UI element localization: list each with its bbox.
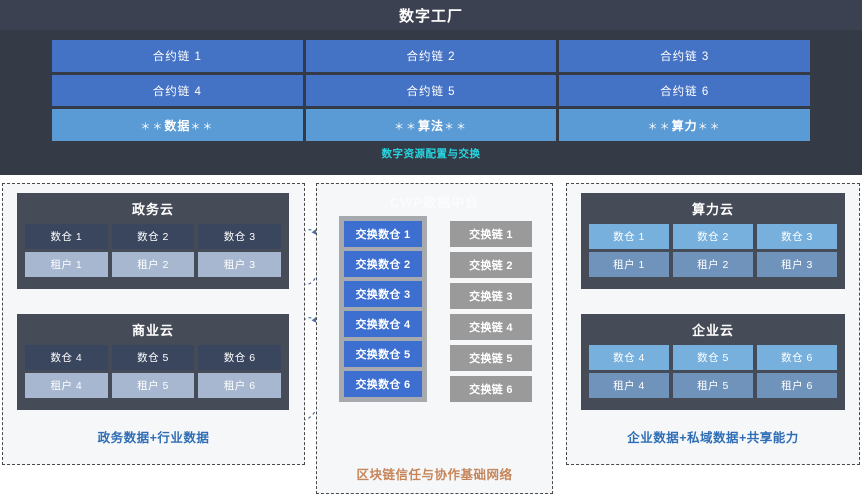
tenant-row: 租户 4 租户 5 租户 6 — [589, 373, 837, 398]
cloud-box-enterprise: 企业云 数仓 4 数仓 5 数仓 6 租户 4 租户 5 租户 6 — [581, 314, 845, 410]
tenant-cell[interactable]: 租户 5 — [111, 373, 195, 398]
factory-row: 合约链 1 合约链 2 合约链 3 — [52, 40, 811, 72]
page-title: 数字工厂 — [398, 7, 463, 25]
exchange-chain-cell[interactable]: 交换链 6 — [450, 376, 532, 402]
contract-chain-cell[interactable]: 合约链 4 — [52, 74, 303, 107]
digital-factory-section: 数字工厂 合约链 1 合约链 2 合约链 3 合约链 4 合约链 5 合约链 6 ＊＊ 数据… — [0, 0, 862, 175]
contract-chain-cell[interactable]: 合约链 3 — [559, 40, 811, 72]
warehouse-row: 数仓 4 数仓 5 数仓 6 — [25, 345, 282, 370]
cloud-box-government: 政务云 数仓 1 数仓 2 数仓 3 租户 1 租户 2 租户 3 — [17, 193, 289, 289]
warehouse-cell[interactable]: 数仓 3 — [198, 224, 282, 249]
warehouse-row: 数仓 1 数仓 2 数仓 3 — [25, 224, 282, 249]
factory-row: ＊＊ 数据 ＊＊ ＊＊ 算法 ＊＊ ＊＊ 算力 ＊＊ — [52, 109, 811, 142]
star-prefix-icon: ＊＊ — [140, 121, 165, 133]
tenant-row: 租户 4 租户 5 租户 6 — [25, 373, 282, 398]
warehouse-cell[interactable]: 数仓 6 — [757, 345, 837, 370]
resource-label: 算法 — [418, 118, 445, 133]
cloud-box-computing: 算力云 数仓 1 数仓 2 数仓 3 租户 1 租户 2 租户 3 — [581, 193, 845, 289]
center-panel-title: CWP数据中台 — [389, 195, 480, 210]
tenant-cell[interactable]: 租户 5 — [673, 373, 753, 398]
tenant-cell[interactable]: 租户 4 — [589, 373, 669, 398]
tenant-cell[interactable]: 租户 3 — [198, 252, 282, 277]
resource-cell[interactable]: ＊＊ 数据 ＊＊ — [52, 109, 303, 142]
resource-label: 数据 — [164, 118, 191, 133]
left-panel: 政务云 数仓 1 数仓 2 数仓 3 租户 1 租户 2 租户 3 商业云 数仓… — [2, 183, 305, 465]
cloud-layer-section: 政务云 数仓 1 数仓 2 数仓 3 租户 1 租户 2 租户 3 商业云 数仓… — [0, 175, 862, 500]
exchange-warehouse-cell[interactable]: 交换数仓 2 — [344, 251, 422, 277]
cloud-title: 企业云 — [691, 323, 734, 338]
digital-factory-title-bar: 数字工厂 — [0, 0, 862, 30]
tenant-cell[interactable]: 租户 1 — [589, 252, 669, 277]
exchange-warehouse-cell[interactable]: 交换数仓 4 — [344, 311, 422, 337]
center-panel: CWP数据中台 交换数仓 1 交换数仓 2 交换数仓 3 交换数仓 4 交换数仓 5 交换… — [316, 183, 553, 494]
exchange-chain-cell[interactable]: 交换链 5 — [450, 345, 532, 371]
tenant-cell[interactable]: 租户 3 — [757, 252, 837, 277]
contract-chain-cell[interactable]: 合约链 1 — [52, 40, 303, 72]
tenant-row: 租户 1 租户 2 租户 3 — [589, 252, 837, 277]
star-suffix-icon: ＊＊ — [444, 121, 469, 133]
tenant-row: 租户 1 租户 2 租户 3 — [25, 252, 282, 277]
star-suffix-icon: ＊＊ — [190, 121, 215, 133]
resource-label: 算力 — [671, 118, 698, 133]
warehouse-cell[interactable]: 数仓 6 — [198, 345, 282, 370]
star-prefix-icon: ＊＊ — [394, 121, 418, 133]
exchange-chain-cell[interactable]: 交换链 3 — [450, 283, 532, 309]
resource-cell[interactable]: ＊＊ 算力 ＊＊ — [559, 109, 811, 142]
exchange-warehouse-cell[interactable]: 交换数仓 3 — [344, 281, 422, 307]
tenant-cell[interactable]: 租户 2 — [673, 252, 753, 277]
warehouse-cell[interactable]: 数仓 2 — [111, 224, 195, 249]
warehouse-cell[interactable]: 数仓 3 — [757, 224, 837, 249]
contract-chain-cell[interactable]: 合约链 2 — [305, 40, 557, 72]
exchange-chain-column: 交换链 1 交换链 2 交换链 3 交换链 4 交换链 5 交换链 6 — [450, 221, 532, 402]
tenant-cell[interactable]: 租户 6 — [198, 373, 282, 398]
cloud-grid: 数仓 1 数仓 2 数仓 3 租户 1 租户 2 租户 3 — [25, 224, 282, 277]
cloud-title: 算力云 — [691, 202, 734, 217]
warehouse-cell[interactable]: 数仓 5 — [673, 345, 753, 370]
exchange-chain-cell[interactable]: 交换链 2 — [450, 252, 532, 278]
star-prefix-icon: ＊＊ — [647, 121, 672, 133]
cloud-grid: 数仓 4 数仓 5 数仓 6 租户 4 租户 5 租户 6 — [25, 345, 282, 398]
star-suffix-icon: ＊＊ — [697, 121, 722, 133]
cloud-title: 政务云 — [131, 202, 174, 217]
digital-resource-caption: 数字资源配置与交换 — [381, 148, 481, 160]
cloud-box-commercial: 商业云 数仓 4 数仓 5 数仓 6 租户 4 租户 5 租户 6 — [17, 314, 289, 410]
exchange-warehouse-cell[interactable]: 交换数仓 1 — [344, 221, 422, 247]
warehouse-cell[interactable]: 数仓 4 — [25, 345, 108, 370]
right-panel: 算力云 数仓 1 数仓 2 数仓 3 租户 1 租户 2 租户 3 企业云 数仓… — [566, 183, 860, 465]
tenant-cell[interactable]: 租户 2 — [111, 252, 195, 277]
factory-row: 合约链 4 合约链 5 合约链 6 — [52, 74, 811, 107]
resource-cell[interactable]: ＊＊ 算法 ＊＊ — [305, 109, 557, 142]
contract-chain-cell[interactable]: 合约链 5 — [305, 74, 557, 107]
diagram-root: 数字工厂 合约链 1 合约链 2 合约链 3 合约链 4 合约链 5 合约链 6 ＊＊ 数据… — [0, 0, 862, 500]
exchange-warehouse-cell[interactable]: 交换数仓 6 — [344, 371, 422, 397]
warehouse-cell[interactable]: 数仓 5 — [111, 345, 195, 370]
left-panel-caption: 政务数据+行业数据 — [97, 431, 210, 445]
exchange-chain-cell[interactable]: 交换链 4 — [450, 314, 532, 340]
right-panel-caption: 企业数据+私域数据+共享能力 — [627, 431, 799, 445]
tenant-cell[interactable]: 租户 1 — [25, 252, 108, 277]
exchange-warehouse-cell[interactable]: 交换数仓 5 — [344, 341, 422, 367]
cloud-grid: 数仓 1 数仓 2 数仓 3 租户 1 租户 2 租户 3 — [589, 224, 837, 277]
warehouse-row: 数仓 1 数仓 2 数仓 3 — [589, 224, 837, 249]
exchange-warehouse-column: 交换数仓 1 交换数仓 2 交换数仓 3 交换数仓 4 交换数仓 5 交换数仓 6 — [339, 216, 427, 402]
cloud-title: 商业云 — [131, 323, 174, 338]
warehouse-row: 数仓 4 数仓 5 数仓 6 — [589, 345, 837, 370]
warehouse-cell[interactable]: 数仓 2 — [673, 224, 753, 249]
factory-grid: 合约链 1 合约链 2 合约链 3 合约链 4 合约链 5 合约链 6 ＊＊ 数据 ＊＊ ＊＊… — [52, 40, 811, 142]
warehouse-cell[interactable]: 数仓 1 — [25, 224, 108, 249]
contract-chain-cell[interactable]: 合约链 6 — [559, 74, 811, 107]
tenant-cell[interactable]: 租户 6 — [757, 373, 837, 398]
center-panel-caption: 区块链信任与协作基础网络 — [356, 468, 513, 482]
warehouse-cell[interactable]: 数仓 1 — [589, 224, 669, 249]
warehouse-cell[interactable]: 数仓 4 — [589, 345, 669, 370]
cloud-grid: 数仓 4 数仓 5 数仓 6 租户 4 租户 5 租户 6 — [589, 345, 837, 398]
exchange-chain-cell[interactable]: 交换链 1 — [450, 221, 532, 247]
tenant-cell[interactable]: 租户 4 — [25, 373, 108, 398]
